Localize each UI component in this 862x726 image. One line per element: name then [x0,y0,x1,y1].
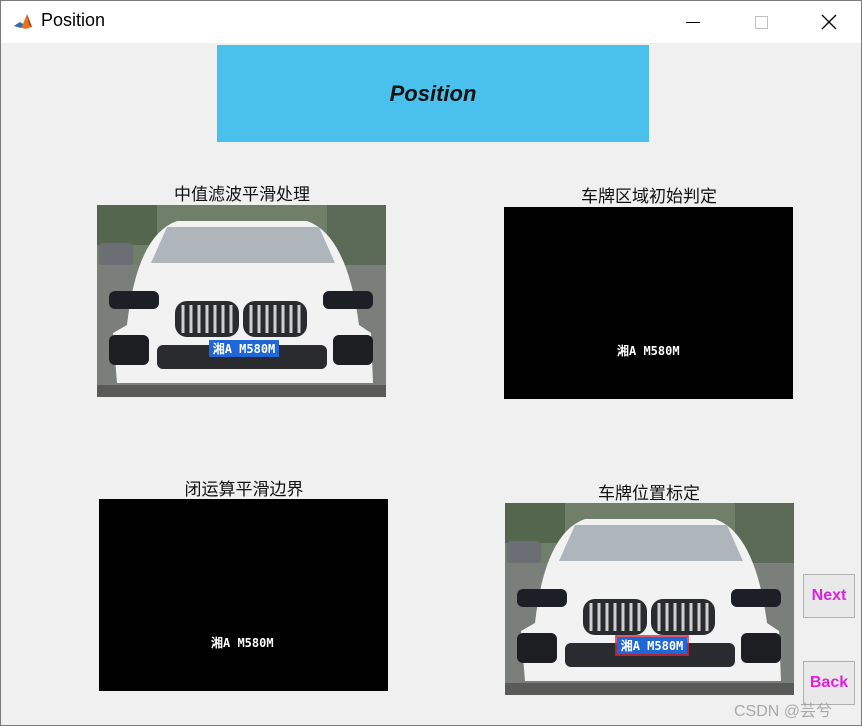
binary-plate-text: 湘A M580M [211,636,274,650]
car-photo: 湘A M580M [97,205,386,397]
maximize-button[interactable] [738,1,784,43]
minimize-icon [686,21,700,23]
close-icon [821,14,837,30]
initial-region-image: 湘A M580M [504,207,793,399]
minimize-button[interactable] [670,1,716,43]
close-button[interactable] [806,1,852,43]
initial-region-caption: 车牌区域初始判定 [581,187,717,207]
closing-image: 湘A M580M [99,499,388,691]
closing-caption: 闭运算平滑边界 [184,480,304,500]
window-title: Position [41,10,106,30]
plate-text: 湘A M580M [621,638,684,653]
plate-location-caption: 车牌位置标定 [598,484,700,504]
car-photo: 湘A M580M [505,503,794,695]
app-window: Position Position 中值滤波平滑处理 湘A M580M 车牌区域… [0,0,862,726]
banner-title: Position [389,80,477,106]
title-bar: Position [1,1,861,43]
plate-location-image: 湘A M580M [505,503,794,695]
next-button[interactable]: Next [803,574,855,618]
maximize-icon [754,15,768,29]
matlab-icon [12,11,34,33]
median-filter-caption: 中值滤波平滑处理 [174,185,310,205]
watermark: CSDN @芸兮 [734,703,833,720]
title-banner: Position [217,45,649,142]
median-filter-image: 湘A M580M [97,205,386,397]
binary-plate-text: 湘A M580M [617,344,680,358]
plate-text: 湘A M580M [213,341,276,356]
